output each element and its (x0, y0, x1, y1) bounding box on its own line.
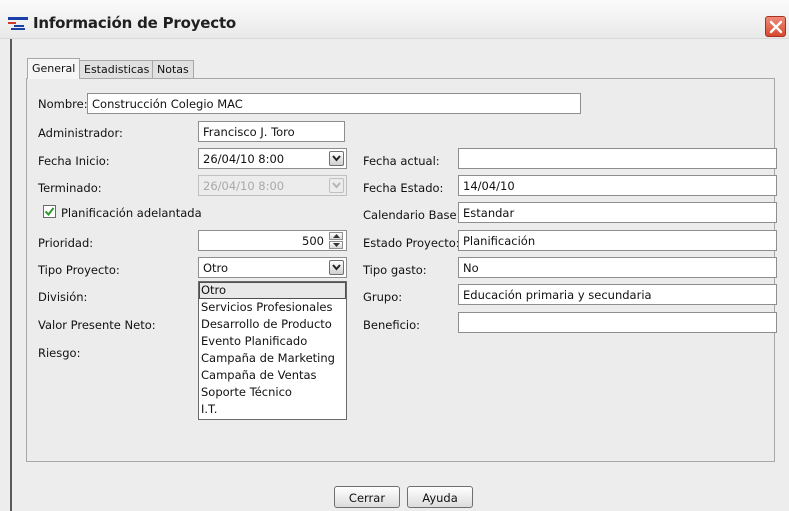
fecha-inicio-label: Fecha Inicio: (38, 154, 110, 168)
estado-proyecto-label: Estado Proyecto: (363, 236, 460, 250)
option-evento-planificado[interactable]: Evento Planificado (199, 333, 346, 350)
fecha-actual-label: Fecha actual: (363, 154, 440, 168)
chevron-down-icon (332, 155, 341, 162)
tab-estadisticas[interactable]: Estadisticas (79, 60, 155, 78)
window-title: Información de Proyecto (33, 14, 237, 32)
tipo-proyecto-options-list[interactable]: Otro Servicios Profesionales Desarrollo … (198, 281, 347, 420)
division-label: División: (38, 290, 88, 304)
spinner-down-button[interactable] (329, 241, 343, 249)
tipo-proyecto-label: Tipo Proyecto: (38, 263, 120, 277)
spinner-up-button[interactable] (329, 232, 343, 240)
cerrar-button[interactable]: Cerrar (334, 486, 400, 508)
planificacion-label: Planificación adelantada (61, 206, 202, 220)
nombre-field[interactable]: Construcción Colegio MAC (87, 93, 581, 114)
tipo-gasto-field[interactable]: No (458, 257, 777, 278)
riesgo-label: Riesgo: (38, 346, 81, 360)
tab-general[interactable]: General (27, 58, 81, 79)
tipo-proyecto-dropdown-button[interactable] (329, 260, 344, 275)
ayuda-button[interactable]: Ayuda (407, 486, 473, 508)
title-bar[interactable]: Información de Proyecto (0, 0, 789, 39)
beneficio-field[interactable] (458, 312, 777, 333)
option-otro[interactable]: Otro (199, 282, 346, 299)
chevron-down-icon (332, 264, 341, 271)
terminado-label: Terminado: (38, 181, 102, 195)
nombre-label: Nombre: (38, 97, 88, 111)
grupo-field[interactable]: Educación primaria y secundaria (458, 284, 777, 305)
arrow-up-icon (333, 234, 340, 238)
fecha-inicio-dropdown-button[interactable] (329, 151, 344, 166)
tipo-proyecto-field[interactable]: Otro (198, 257, 347, 278)
planificacion-checkbox[interactable] (43, 205, 56, 218)
administrador-field[interactable]: Francisco J. Toro (198, 121, 345, 142)
app-icon (8, 17, 28, 31)
option-soporte-tecnico[interactable]: Soporte Técnico (199, 384, 346, 401)
checkmark-icon (44, 207, 55, 217)
fecha-estado-field[interactable]: 14/04/10 (458, 175, 777, 196)
terminado-dropdown-button (329, 178, 344, 193)
prioridad-spinner[interactable] (329, 232, 343, 249)
administrador-label: Administrador: (38, 126, 123, 140)
tipo-gasto-label: Tipo gasto: (363, 263, 427, 277)
close-icon (769, 20, 783, 34)
option-campana-de-marketing[interactable]: Campaña de Marketing (199, 350, 346, 367)
option-servicios-profesionales[interactable]: Servicios Profesionales (199, 299, 346, 316)
fecha-estado-label: Fecha Estado: (363, 181, 444, 195)
beneficio-label: Beneficio: (363, 318, 421, 332)
option-it[interactable]: I.T. (199, 401, 346, 418)
tab-notas[interactable]: Notas (152, 60, 194, 78)
terminado-field: 26/04/10 8:00 (198, 175, 347, 196)
prioridad-label: Prioridad: (38, 236, 94, 250)
calendario-base-field[interactable]: Estandar (458, 202, 777, 223)
valor-presente-neto-label: Valor Presente Neto: (38, 318, 156, 332)
option-desarrollo-de-producto[interactable]: Desarrollo de Producto (199, 316, 346, 333)
close-button[interactable] (765, 16, 786, 37)
fecha-actual-field[interactable] (458, 148, 777, 169)
window-left-border (10, 39, 12, 511)
project-info-window: Información de Proyecto General Estadist… (0, 0, 789, 511)
arrow-down-icon (333, 243, 340, 247)
prioridad-field[interactable]: 500 (198, 230, 347, 251)
calendario-base-label: Calendario Base: (363, 208, 461, 222)
grupo-label: Grupo: (363, 290, 403, 304)
option-campana-de-ventas[interactable]: Campaña de Ventas (199, 367, 346, 384)
chevron-down-icon (332, 182, 341, 189)
estado-proyecto-field[interactable]: Planificación (458, 230, 777, 251)
fecha-inicio-field[interactable]: 26/04/10 8:00 (198, 148, 347, 169)
